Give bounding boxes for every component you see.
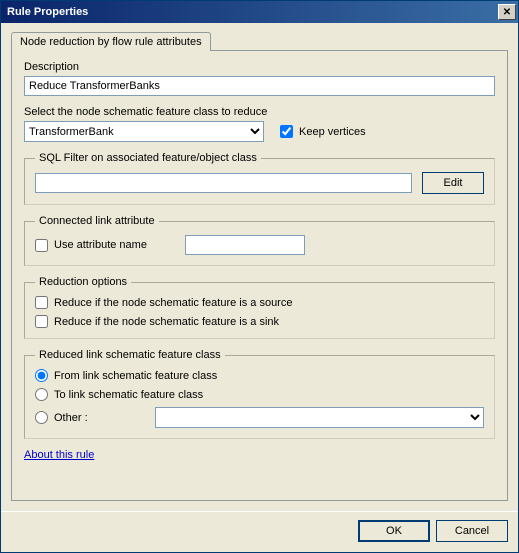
attribute-name-input[interactable] xyxy=(185,235,305,255)
reduction-options-group: Reduction options Reduce if the node sch… xyxy=(24,276,495,339)
to-link-radio[interactable] xyxy=(35,388,48,401)
from-link-radio[interactable] xyxy=(35,369,48,382)
sql-filter-group: SQL Filter on associated feature/object … xyxy=(24,152,495,205)
tab-label: Node reduction by flow rule attributes xyxy=(20,36,202,48)
use-attribute-name-label: Use attribute name xyxy=(54,239,147,251)
reduce-source-label: Reduce if the node schematic feature is … xyxy=(54,297,292,309)
other-select[interactable] xyxy=(155,407,484,428)
reduced-link-legend: Reduced link schematic feature class xyxy=(35,349,225,361)
feature-class-select[interactable]: TransformerBank xyxy=(24,121,264,142)
tab-strip: Node reduction by flow rule attributes xyxy=(11,31,508,50)
select-class-label: Select the node schematic feature class … xyxy=(24,106,495,118)
about-this-rule-link[interactable]: About this rule xyxy=(24,449,495,461)
connected-link-group: Connected link attribute Use attribute n… xyxy=(24,215,495,266)
keep-vertices-label: Keep vertices xyxy=(299,126,366,138)
reduce-sink-checkbox[interactable] xyxy=(35,315,48,328)
sql-filter-input[interactable] xyxy=(35,173,412,193)
titlebar: Rule Properties ✕ xyxy=(1,1,518,23)
rule-properties-window: Rule Properties ✕ Node reduction by flow… xyxy=(0,0,519,553)
window-title: Rule Properties xyxy=(7,6,88,18)
description-input[interactable] xyxy=(24,76,495,96)
connected-link-legend: Connected link attribute xyxy=(35,215,159,227)
ok-button[interactable]: OK xyxy=(358,520,430,542)
from-link-label: From link schematic feature class xyxy=(54,370,217,382)
content-area: Node reduction by flow rule attributes D… xyxy=(1,23,518,511)
use-attribute-name-checkbox[interactable] xyxy=(35,239,48,252)
dialog-footer: OK Cancel xyxy=(1,511,518,552)
close-button[interactable]: ✕ xyxy=(498,4,516,20)
reduce-source-checkbox[interactable] xyxy=(35,296,48,309)
reduce-sink-label: Reduce if the node schematic feature is … xyxy=(54,316,279,328)
keep-vertices-checkbox[interactable] xyxy=(280,125,293,138)
reduced-link-group: Reduced link schematic feature class Fro… xyxy=(24,349,495,439)
cancel-button[interactable]: Cancel xyxy=(436,520,508,542)
other-label: Other : xyxy=(54,412,88,424)
close-icon: ✕ xyxy=(503,7,511,18)
edit-button[interactable]: Edit xyxy=(422,172,484,194)
other-radio[interactable] xyxy=(35,411,48,424)
sql-filter-legend: SQL Filter on associated feature/object … xyxy=(35,152,261,164)
tab-panel: Description Select the node schematic fe… xyxy=(11,50,508,501)
to-link-label: To link schematic feature class xyxy=(54,389,203,401)
reduction-options-legend: Reduction options xyxy=(35,276,131,288)
tab-node-reduction[interactable]: Node reduction by flow rule attributes xyxy=(11,32,211,51)
description-label: Description xyxy=(24,61,495,73)
